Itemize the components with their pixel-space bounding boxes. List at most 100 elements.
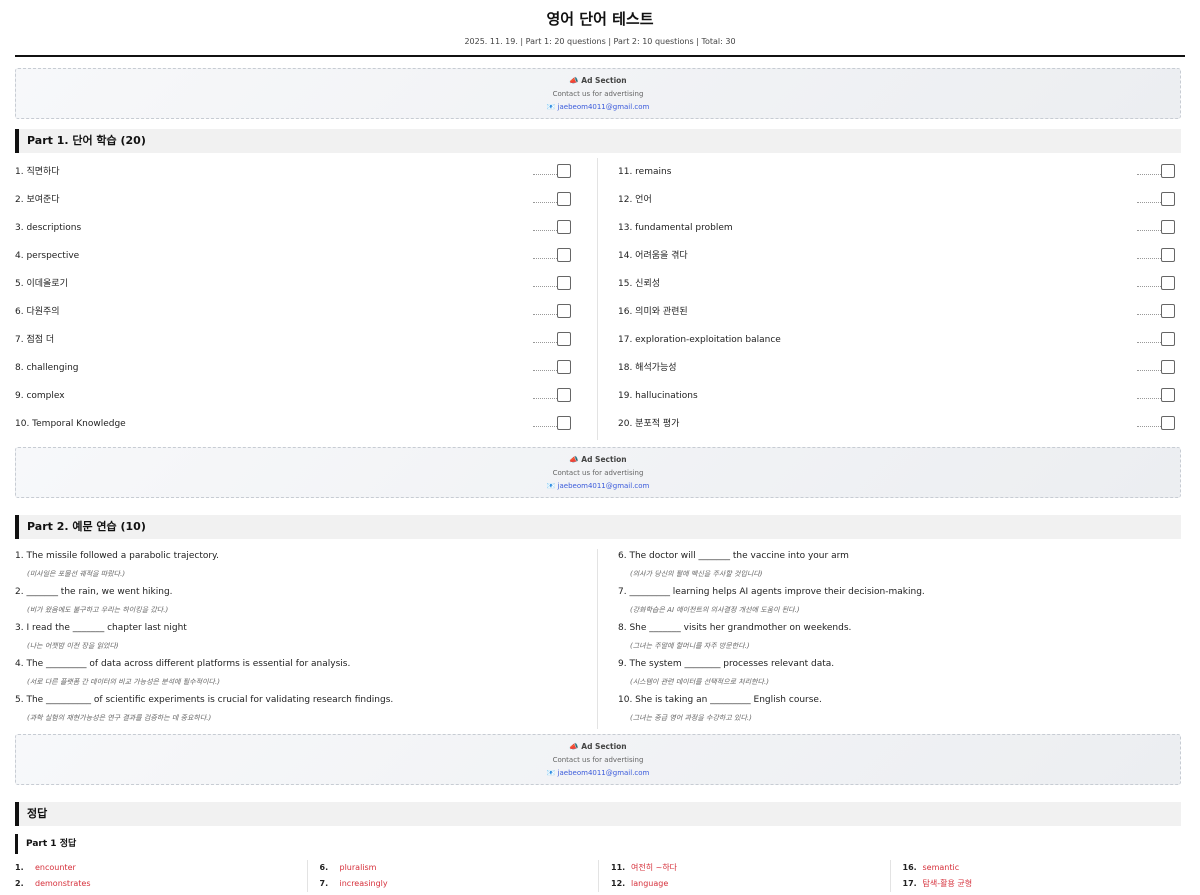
answer-line [1137,258,1161,259]
answer-checkbox[interactable] [1161,248,1175,262]
sentence-item: 10. She is taking an _________ English c… [618,693,1181,729]
word-text: 3. descriptions [15,223,82,233]
answer-number: 1. [15,863,24,872]
word-item: 7. 점점 더 [15,326,577,354]
answer-number: 12. [611,879,626,888]
page-title: 영어 단어 테스트 [546,10,654,28]
answer-checkbox[interactable] [557,388,571,402]
word-text: 14. 어려움을 겪다 [618,251,688,261]
answer-number: 11. [611,863,626,872]
answer-number: 6. [319,863,329,872]
answer-row: 16. semantic [903,860,1172,876]
answer-line [1137,426,1161,427]
word-item: 13. fundamental problem [618,214,1181,242]
sentence-translation: (미사일은 포물선 궤적을 따랐다.) [27,570,126,578]
ad-email-link[interactable]: 📧 jaebeom4011@gmail.com [16,482,1180,490]
word-item: 1. 직면하다 [15,158,577,186]
answer-checkbox[interactable] [1161,276,1175,290]
sentence-text: 10. She is taking an _________ English c… [618,695,822,705]
answer-checkbox[interactable] [557,276,571,290]
ad-section: 📣 Ad Section Contact us for advertising … [15,447,1181,498]
word-text: 19. hallucinations [618,391,698,401]
word-text: 7. 점점 더 [15,335,55,345]
answer-checkbox[interactable] [1161,360,1175,374]
part2-sentences: 1. The missile followed a parabolic traj… [15,549,1181,729]
answer-line [533,314,557,315]
part2-right-column: 6. The doctor will _______ the vaccine i… [598,549,1181,729]
test-meta: 2025. 11. 19. | Part 1: 20 questions | P… [464,37,736,46]
answer-line [1137,230,1161,231]
answer-checkbox[interactable] [557,192,571,206]
answer-checkbox[interactable] [557,220,571,234]
answer-line [533,398,557,399]
sentence-item: 3. I read the _______ chapter last night… [15,621,577,657]
answer-line [533,426,557,427]
word-text: 10. Temporal Knowledge [15,419,126,429]
word-item: 9. complex [15,382,577,410]
answer-number: 7. [319,879,329,888]
part1-heading: Part 1. 단어 학습 (20) [15,129,1181,153]
answer-line [533,342,557,343]
answer-row: 11. 여전히 ~하다 [611,860,880,876]
answers-column: 16. semantic 17. 탐색-활용 균형 [889,860,1182,892]
word-text: 13. fundamental problem [618,223,733,233]
word-text: 16. 의미와 관련된 [618,307,688,317]
sentence-text: 3. I read the _______ chapter last night [15,623,187,633]
answer-checkbox[interactable] [1161,416,1175,430]
ad-title: 📣 Ad Section [569,742,627,751]
word-text: 18. 해석가능성 [618,363,677,373]
sentence-translation: (그녀는 주말에 할머니를 자주 방문한다.) [630,642,750,650]
answer-checkbox[interactable] [557,164,571,178]
answer-line [1137,202,1161,203]
answer-line [1137,342,1161,343]
answer-line [1137,370,1161,371]
sentence-translation: (서로 다른 플랫폼 간 데이터의 비교 가능성은 분석에 필수적이다.) [27,678,220,686]
word-item: 12. 언어 [618,186,1181,214]
ad-email-link[interactable]: 📧 jaebeom4011@gmail.com [16,103,1180,111]
sentence-item: 9. The system ________ processes relevan… [618,657,1181,693]
answer-checkbox[interactable] [557,360,571,374]
answer-checkbox[interactable] [1161,388,1175,402]
sentence-item: 6. The doctor will _______ the vaccine i… [618,549,1181,585]
sentence-translation: (의사가 당신의 팔에 백신을 주사할 것입니다) [630,570,763,578]
answer-checkbox[interactable] [1161,192,1175,206]
answers-column: 11. 여전히 ~하다 12. language [598,860,890,892]
answer-line [1137,398,1161,399]
answer-checkbox[interactable] [1161,304,1175,318]
answers-column: 1. encounter 2. demonstrates [15,860,307,892]
answer-line [533,370,557,371]
sentence-item: 8. She _______ visits her grandmother on… [618,621,1181,657]
part1-right-column: 11. remains 12. 언어 13. fundamental probl… [598,158,1181,440]
answer-checkbox[interactable] [557,332,571,346]
word-item: 18. 해석가능성 [618,354,1181,382]
answers-heading: 정답 [15,802,1181,826]
word-item: 17. exploration-exploitation balance [618,326,1181,354]
answer-number: 2. [15,879,24,888]
ad-email-link[interactable]: 📧 jaebeom4011@gmail.com [16,769,1180,777]
answers-grid: 1. encounter 2. demonstrates 6. pluralism 7… [15,860,1181,892]
sentence-text: 2. _______ the rain, we went hiking. [15,587,173,597]
word-text: 2. 보여준다 [15,195,60,205]
sentence-item: 4. The _________ of data across differen… [15,657,577,693]
answer-checkbox[interactable] [1161,220,1175,234]
ad-section: 📣 Ad Section Contact us for advertising … [15,734,1181,785]
answer-checkbox[interactable] [1161,164,1175,178]
answer-checkbox[interactable] [1161,332,1175,346]
answer-checkbox[interactable] [557,248,571,262]
word-item: 20. 분포적 평가 [618,410,1181,438]
word-item: 4. perspective [15,242,577,270]
answer-checkbox[interactable] [557,304,571,318]
part1-left-column: 1. 직면하다 2. 보여준다 3. descriptions 4. persp… [15,158,598,440]
answer-text: language [631,879,669,888]
answer-number: 17. [902,879,917,888]
part2-heading: Part 2. 예문 연습 (10) [15,515,1181,539]
word-item: 3. descriptions [15,214,577,242]
ad-title: 📣 Ad Section [569,76,627,85]
answer-line [1137,286,1161,287]
word-text: 9. complex [15,391,65,401]
answer-number: 16. [902,863,917,872]
sentence-translation: (시스템이 관련 데이터를 선택적으로 처리한다.) [630,678,769,686]
answer-line [533,286,557,287]
answer-checkbox[interactable] [557,416,571,430]
sentence-text: 4. The _________ of data across differen… [15,659,351,669]
